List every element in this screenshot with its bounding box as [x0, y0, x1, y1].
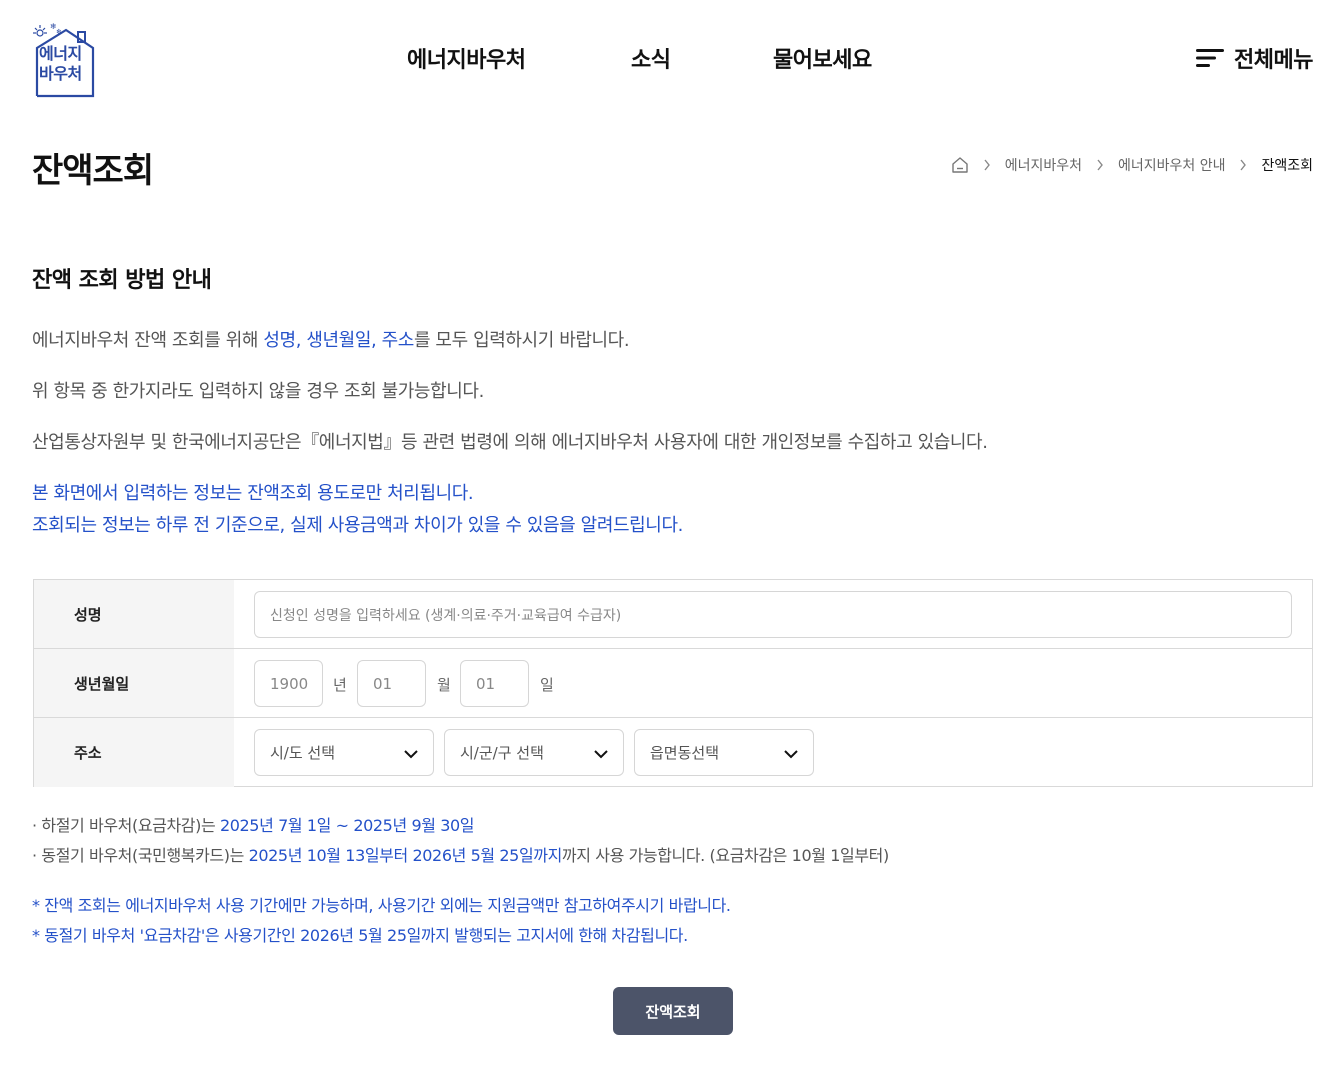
birth-year-unit: 년	[333, 676, 347, 694]
sido-select-value: 시/도 선택	[270, 744, 336, 762]
birth-year-input[interactable]: 1900	[254, 660, 323, 707]
energy-voucher-logo[interactable]: ❄ ❄ 에너지 바우처	[30, 20, 96, 100]
form-row-address: 주소 시/도 선택 시/군/구 선택 읍면동선택	[34, 718, 1312, 787]
chevron-right-icon	[983, 159, 991, 171]
birth-day-unit: 일	[540, 676, 554, 694]
hamburger-menu-icon	[1196, 49, 1225, 67]
breadcrumb-item-energy-voucher[interactable]: 에너지바우처	[1005, 155, 1082, 175]
home-icon[interactable]	[951, 156, 969, 174]
summer-note-period: 2025년 7월 1일 ~ 2025년 9월 30일	[219, 816, 475, 835]
birth-month-input[interactable]: 01	[357, 660, 426, 707]
guide-line-data-basis: 조회되는 정보는 하루 전 기준으로, 실제 사용금액과 차이가 있을 수 있음…	[32, 515, 683, 536]
balance-inquiry-form: 성명 신청인 성명을 입력하세요 (생계·의료·주거·교육급여 수급자) 생년월…	[33, 579, 1313, 787]
chevron-right-icon	[1239, 159, 1247, 171]
logo-text-line2: 바우처	[39, 64, 82, 83]
sigungu-select-value: 시/군/구 선택	[460, 744, 544, 762]
eupmyeondong-select[interactable]: 읍면동선택	[634, 729, 814, 776]
page-title: 잔액조회	[32, 151, 154, 191]
breadcrumb-item-voucher-guide[interactable]: 에너지바우처 안내	[1118, 155, 1226, 175]
all-menu-button[interactable]: 전체메뉴	[1196, 42, 1313, 74]
winter-note-period: 2025년 10월 13일부터 2026년 5월 25일까지	[248, 846, 563, 865]
balance-inquiry-button[interactable]: 잔액조회	[613, 987, 733, 1035]
summer-note-prefix: · 하절기 바우처(요금차감)는	[32, 816, 220, 835]
birth-day-input[interactable]: 01	[460, 660, 529, 707]
winter-deduction-note: * 동절기 바우처 '요금차감'은 사용기간인 2026년 5월 25일까지 발…	[32, 926, 688, 945]
guide-line-usage-purpose: 본 화면에서 입력하는 정보는 잔액조회 용도로만 처리됩니다.	[32, 483, 474, 504]
address-label: 주소	[34, 718, 234, 787]
winter-note-suffix: 까지 사용 가능합니다. (요금차감은 10월 1일부터)	[561, 846, 889, 865]
name-label: 성명	[34, 580, 234, 648]
name-input[interactable]: 신청인 성명을 입력하세요 (생계·의료·주거·교육급여 수급자)	[254, 591, 1292, 638]
guide-line1-suffix: 를 모두 입력하시기 바랍니다.	[413, 330, 630, 351]
sido-select[interactable]: 시/도 선택	[254, 729, 434, 776]
chevron-right-icon	[1096, 159, 1104, 171]
nav-news[interactable]: 소식	[631, 42, 671, 74]
chevron-down-icon	[784, 750, 798, 759]
birth-month-unit: 월	[437, 676, 451, 694]
chevron-down-icon	[404, 750, 418, 759]
chevron-down-icon	[594, 750, 608, 759]
winter-note-prefix: · 동절기 바우처(국민행복카드)는	[32, 846, 249, 865]
guide-section-title: 잔액 조회 방법 안내	[32, 268, 212, 293]
guide-line1-highlight: 성명, 생년월일, 주소	[263, 330, 414, 351]
winter-voucher-note: · 동절기 바우처(국민행복카드)는 2025년 10월 13일부터 2026년…	[32, 842, 889, 866]
site-header: ❄ ❄ 에너지 바우처 에너지바우처 소식 물어보세요 전체메뉴	[0, 0, 1341, 115]
inquiry-period-note: * 잔액 조회는 에너지바우처 사용 기간에만 가능하며, 사용기간 외에는 지…	[32, 896, 731, 915]
guide-line-privacy-law: 산업통상자원부 및 한국에너지공단은『에너지법』등 관련 법령에 의해 에너지바…	[32, 432, 988, 453]
summer-voucher-note: · 하절기 바우처(요금차감)는 2025년 7월 1일 ~ 2025년 9월 …	[32, 812, 475, 836]
guide-line1-prefix: 에너지바우처 잔액 조회를 위해	[32, 330, 264, 351]
form-row-name: 성명 신청인 성명을 입력하세요 (생계·의료·주거·교육급여 수급자)	[34, 580, 1312, 649]
logo-text: 에너지 바우처	[39, 44, 91, 84]
nav-energy-voucher[interactable]: 에너지바우처	[407, 42, 526, 74]
logo-text-line1: 에너지	[39, 44, 82, 63]
guide-line-required-fields: 에너지바우처 잔액 조회를 위해 성명, 생년월일, 주소를 모두 입력하시기 …	[32, 326, 630, 352]
nav-faq[interactable]: 물어보세요	[773, 42, 872, 74]
breadcrumb-item-current: 잔액조회	[1261, 158, 1313, 174]
eupmyeondong-select-value: 읍면동선택	[650, 744, 720, 762]
sigungu-select[interactable]: 시/군/구 선택	[444, 729, 624, 776]
breadcrumb: 에너지바우처 에너지바우처 안내 잔액조회	[951, 155, 1313, 175]
birthdate-label: 생년월일	[34, 649, 234, 717]
all-menu-label: 전체메뉴	[1234, 48, 1313, 73]
form-row-birthdate: 생년월일 1900 년 01 월 01 일	[34, 649, 1312, 718]
guide-line-incomplete-warning: 위 항목 중 한가지라도 입력하지 않을 경우 조회 불가능합니다.	[32, 381, 484, 402]
